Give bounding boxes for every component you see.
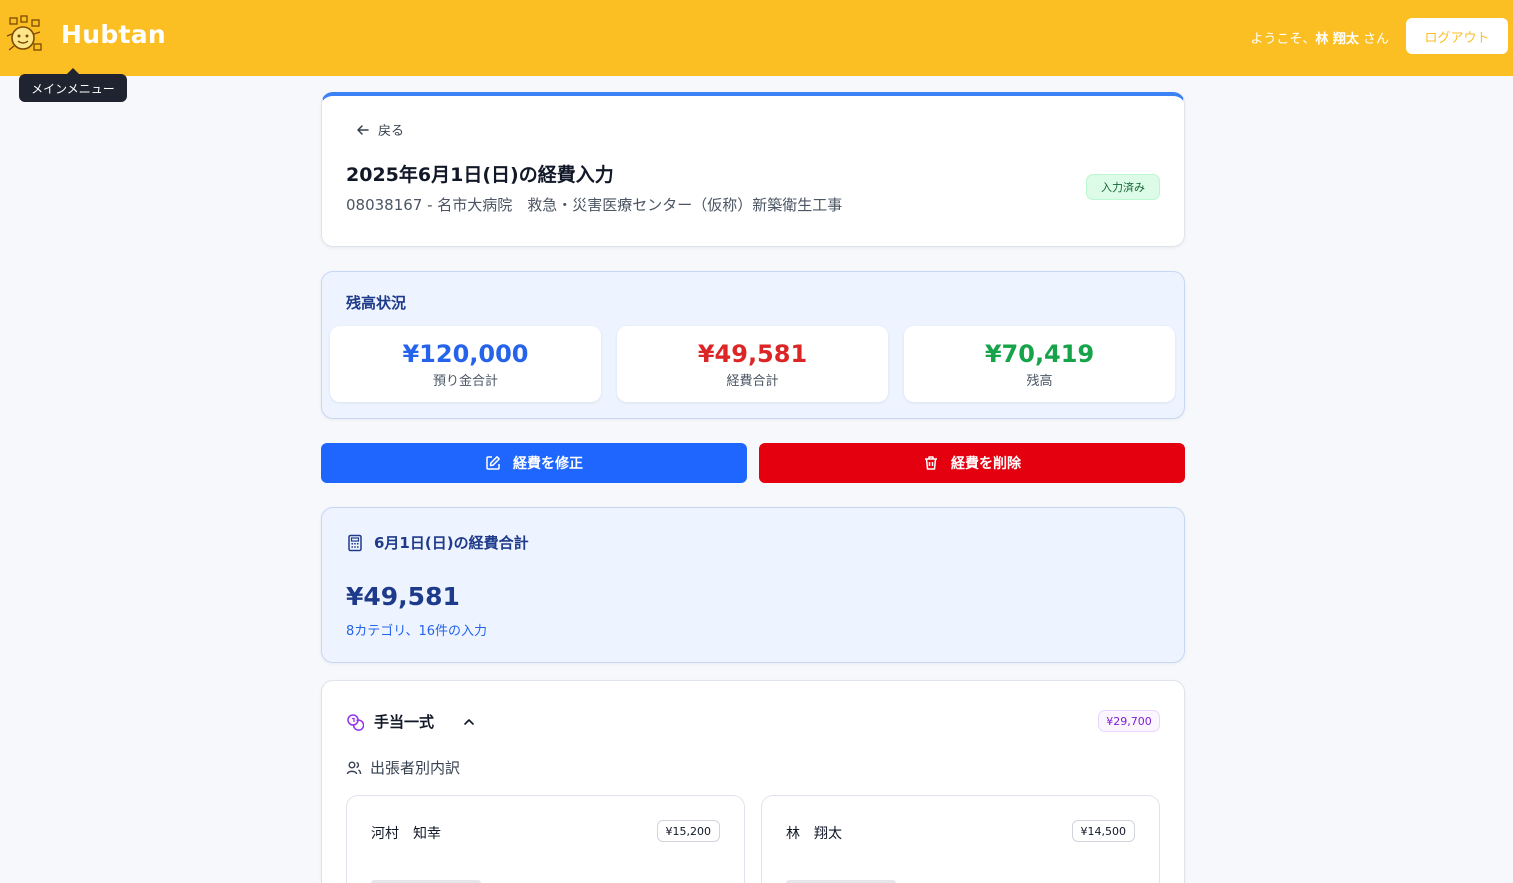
calculator-icon: [346, 534, 364, 552]
deposit-total-box: ¥120,000 預り金合計: [330, 326, 601, 402]
welcome-suffix: さん: [1358, 32, 1389, 47]
remaining-balance-label: 残高: [1026, 374, 1053, 389]
edit-icon: [485, 455, 501, 471]
coins-icon: [346, 713, 364, 731]
deposit-total-label: 預り金合計: [432, 374, 498, 389]
logout-button[interactable]: ログアウト: [1406, 18, 1508, 54]
page-title: 2025年6月1日(日)の経費入力: [346, 164, 614, 186]
allowance-title: 手当一式: [374, 713, 435, 731]
back-label: 戻る: [378, 124, 405, 139]
edit-expense-button[interactable]: 経費を修正: [321, 443, 747, 483]
traveler-breakdown-title: 出張者別内訳: [370, 759, 461, 777]
hubtan-logo-icon[interactable]: [4, 14, 46, 56]
expense-total-label: 経費合計: [726, 374, 779, 389]
balance-card: 残高状況 ¥120,000 預り金合計 ¥49,581 経費合計 ¥70,419…: [321, 271, 1185, 419]
daily-total-amount: ¥49,581: [346, 582, 460, 611]
traveler-card: 林 翔太 ¥14,500: [761, 795, 1160, 883]
users-icon: [346, 760, 362, 776]
delete-expense-label: 経費を削除: [951, 456, 1021, 472]
traveler-amount-badge: ¥15,200: [656, 820, 720, 842]
daily-total-card: 6月1日(日)の経費合計 ¥49,581 8カテゴリ、16件の入力: [321, 507, 1185, 663]
traveler-amount-badge: ¥14,500: [1071, 820, 1135, 842]
welcome-prefix: ようこそ、: [1250, 32, 1316, 47]
daily-total-summary: 8カテゴリ、16件の入力: [346, 624, 488, 639]
welcome-message: ようこそ、林 翔太 さん: [1250, 28, 1389, 47]
expense-total-amount: ¥49,581: [697, 340, 808, 368]
title-card: 戻る 2025年6月1日(日)の経費入力 08038167 - 名市大病院 救急…: [321, 92, 1185, 247]
arrow-left-icon: [356, 123, 370, 137]
app-header: Hubtan ようこそ、林 翔太 さん ログアウト: [0, 0, 1513, 76]
main-menu-tooltip: メインメニュー: [19, 68, 127, 102]
allowance-card: 手当一式 ¥29,700 出張者別内訳 河村 知幸 ¥15,200 林 翔太 ¥…: [321, 680, 1185, 883]
remaining-balance-box: ¥70,419 残高: [904, 326, 1175, 402]
trash-icon: [923, 455, 939, 471]
balance-heading: 残高状況: [346, 294, 407, 312]
chevron-up-icon[interactable]: [462, 715, 476, 729]
edit-expense-label: 経費を修正: [513, 456, 583, 472]
traveler-card: 河村 知幸 ¥15,200: [346, 795, 745, 883]
back-link[interactable]: 戻る: [356, 120, 404, 139]
traveler-name: 林 翔太: [786, 826, 842, 842]
daily-total-title: 6月1日(日)の経費合計: [374, 534, 529, 552]
traveler-name: 河村 知幸: [371, 826, 441, 842]
daily-total-heading: 6月1日(日)の経費合計: [346, 532, 529, 553]
delete-expense-button[interactable]: 経費を削除: [759, 443, 1185, 483]
allowance-section-toggle[interactable]: 手当一式: [346, 711, 476, 732]
project-subtitle: 08038167 - 名市大病院 救急・災害医療センター（仮称）新築衛生工事: [346, 196, 843, 214]
traveler-breakdown-heading: 出張者別内訳: [346, 757, 460, 778]
status-badge: 入力済み: [1086, 174, 1160, 200]
app-name[interactable]: Hubtan: [61, 20, 166, 49]
user-name: 林 翔太: [1315, 32, 1359, 47]
deposit-total-amount: ¥120,000: [402, 340, 529, 368]
allowance-total-badge: ¥29,700: [1098, 710, 1160, 732]
remaining-balance-amount: ¥70,419: [984, 340, 1095, 368]
expense-total-box: ¥49,581 経費合計: [617, 326, 888, 402]
